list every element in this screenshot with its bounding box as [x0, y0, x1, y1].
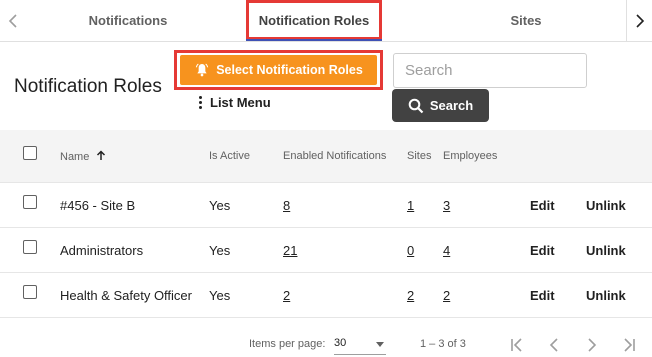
row-sites-link[interactable]: 1: [407, 198, 414, 213]
row-sites-link[interactable]: 2: [407, 288, 414, 303]
chevron-right-icon: [635, 13, 644, 28]
list-menu-button[interactable]: List Menu: [198, 95, 271, 110]
first-page-icon: [511, 338, 522, 352]
first-page-button[interactable]: [506, 334, 528, 356]
column-header-sites[interactable]: Sites: [407, 150, 431, 162]
divider: [0, 182, 652, 183]
row-employees-link[interactable]: 3: [443, 198, 450, 213]
last-page-icon: [624, 338, 635, 352]
more-vert-icon: [198, 96, 202, 109]
chevron-left-icon: [8, 13, 17, 28]
tab-notifications[interactable]: Notifications: [26, 0, 230, 41]
row-edit-button[interactable]: Edit: [530, 198, 555, 213]
row-is-active: Yes: [209, 288, 231, 303]
column-header-is-active[interactable]: Is Active: [209, 150, 250, 162]
search-button[interactable]: Search: [392, 89, 489, 122]
items-per-page-select[interactable]: 30: [334, 337, 386, 355]
column-header-employees[interactable]: Employees: [443, 150, 497, 162]
row-employees-link[interactable]: 4: [443, 243, 450, 258]
items-per-page-label: Items per page:: [249, 338, 326, 350]
select-all-checkbox[interactable]: [23, 146, 37, 160]
row-name: #456 - Site B: [60, 198, 136, 213]
list-menu-label: List Menu: [210, 95, 271, 110]
row-sites-link[interactable]: 0: [407, 243, 414, 258]
row-name: Health & Safety Officer: [60, 288, 192, 303]
row-enabled-notifications-link[interactable]: 21: [283, 243, 297, 258]
last-page-button[interactable]: [618, 334, 640, 356]
divider: [0, 317, 652, 318]
row-unlink-button[interactable]: Unlink: [586, 198, 626, 213]
column-header-enabled-notifications[interactable]: Enabled Notifications: [283, 150, 386, 162]
arrow-up-icon: [97, 150, 106, 160]
row-checkbox[interactable]: [23, 195, 37, 209]
row-edit-button[interactable]: Edit: [530, 243, 555, 258]
divider: [0, 272, 652, 273]
tab-bar: Notifications Notification Roles Sites: [0, 0, 652, 42]
row-checkbox[interactable]: [23, 240, 37, 254]
bell-icon: [196, 63, 209, 77]
tab-scroll-left-button[interactable]: [0, 0, 26, 41]
next-page-button[interactable]: [581, 334, 603, 356]
dropdown-arrow-icon: [376, 342, 384, 347]
search-icon: [408, 98, 424, 113]
tab-sites[interactable]: Sites: [424, 0, 628, 41]
row-edit-button[interactable]: Edit: [530, 288, 555, 303]
items-per-page-value: 30: [334, 337, 347, 349]
select-notification-roles-label: Select Notification Roles: [216, 63, 363, 77]
previous-page-icon: [549, 338, 558, 352]
search-button-label: Search: [429, 98, 474, 113]
column-header-name[interactable]: Name: [60, 150, 106, 163]
row-checkbox[interactable]: [23, 285, 37, 299]
row-unlink-button[interactable]: Unlink: [586, 288, 626, 303]
divider: [0, 227, 652, 228]
row-employees-link[interactable]: 2: [443, 288, 450, 303]
search-input[interactable]: [393, 53, 587, 88]
row-enabled-notifications-link[interactable]: 8: [283, 198, 290, 213]
row-is-active: Yes: [209, 243, 231, 258]
tab-notification-roles[interactable]: Notification Roles: [246, 0, 382, 40]
page-range-label: 1 – 3 of 3: [420, 338, 466, 350]
row-name: Administrators: [60, 243, 144, 258]
page-title: Notification Roles: [14, 76, 162, 97]
next-page-icon: [588, 338, 597, 352]
tab-scroll-right-button[interactable]: [626, 0, 652, 41]
row-enabled-notifications-link[interactable]: 2: [283, 288, 290, 303]
active-tab-indicator: [246, 39, 382, 41]
row-unlink-button[interactable]: Unlink: [586, 243, 626, 258]
previous-page-button[interactable]: [543, 334, 565, 356]
row-is-active: Yes: [209, 198, 231, 213]
select-notification-roles-button[interactable]: Select Notification Roles: [180, 55, 377, 85]
